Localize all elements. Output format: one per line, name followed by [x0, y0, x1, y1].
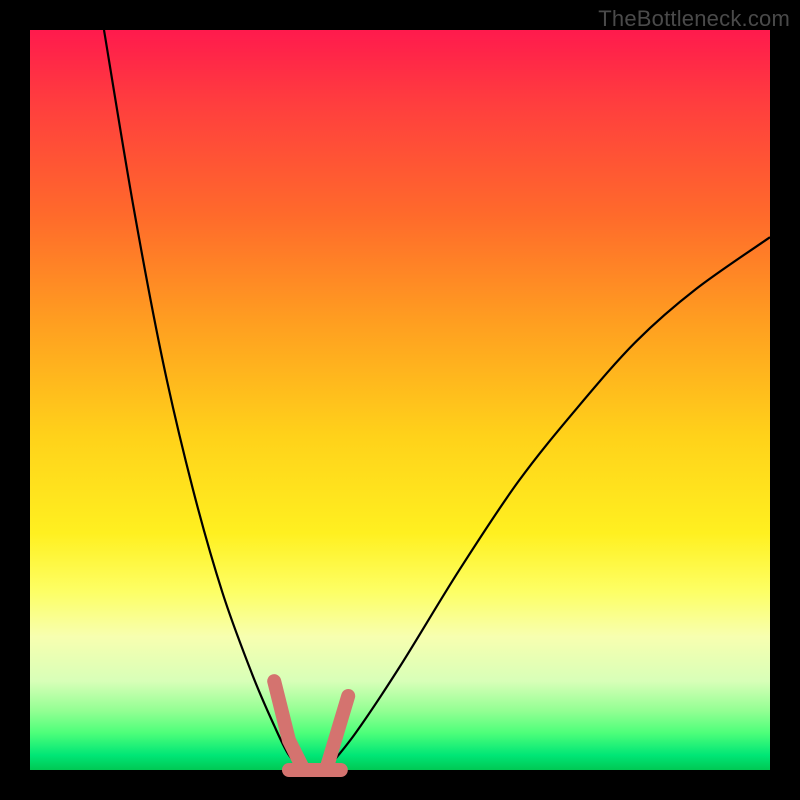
watermark-text: TheBottleneck.com — [598, 6, 790, 32]
bottleneck-curve — [30, 30, 770, 770]
marker-right-segment — [326, 696, 348, 770]
chart-plot-area — [30, 30, 770, 770]
curve-right-branch — [326, 237, 770, 770]
curve-left-branch — [104, 30, 304, 770]
